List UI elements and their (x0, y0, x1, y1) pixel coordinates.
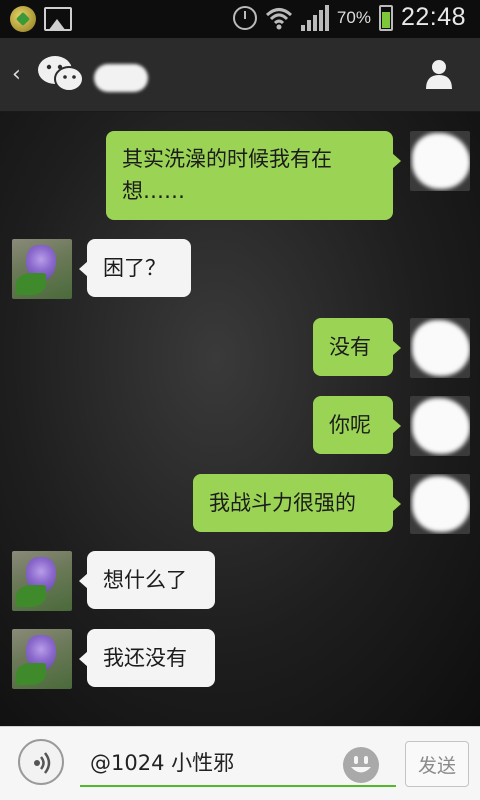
message-bubble-outgoing[interactable]: 其实洗澡的时候我有在想…… (106, 131, 401, 220)
voice-icon[interactable] (18, 739, 64, 785)
message-bubble-outgoing[interactable]: 你呢 (313, 396, 401, 454)
contact-avatar[interactable] (12, 239, 72, 299)
chat-header: ‹ (0, 38, 480, 112)
clock: 22:48 (400, 3, 466, 31)
contact-name-redacted[interactable] (94, 64, 148, 92)
chat-message-list[interactable]: 其实洗澡的时候我有在想…… 困了？ 没有 你呢 我战斗力很强的 想什么了 我还没… (0, 112, 480, 726)
wechat-icon (38, 56, 84, 92)
battery-percent: 70% (336, 7, 371, 27)
my-avatar[interactable] (410, 318, 470, 378)
contact-avatar[interactable] (12, 551, 72, 611)
app-notification-icon (10, 6, 36, 32)
message-bubble-incoming[interactable]: 我还没有 (79, 629, 215, 687)
status-bar: 70% 22:48 (0, 0, 480, 38)
message-bubble-outgoing[interactable]: 没有 (313, 318, 401, 376)
my-avatar[interactable] (410, 474, 470, 534)
emoji-icon[interactable] (343, 747, 379, 783)
message-bubble-incoming[interactable]: 想什么了 (79, 551, 215, 609)
gallery-icon (44, 7, 72, 31)
alarm-icon (232, 5, 257, 30)
signal-icon (300, 4, 329, 31)
my-avatar[interactable] (410, 131, 470, 191)
message-input-bar: 发送 (0, 726, 480, 800)
message-bubble-incoming[interactable]: 困了？ (79, 239, 191, 297)
person-icon[interactable] (424, 58, 454, 90)
wifi-icon (265, 7, 292, 29)
message-bubble-outgoing[interactable]: 我战斗力很强的 (193, 474, 401, 532)
send-button[interactable]: 发送 (405, 741, 469, 787)
contact-avatar[interactable] (12, 629, 72, 689)
back-icon[interactable]: ‹ (12, 62, 21, 87)
battery-charging-icon (378, 4, 393, 31)
my-avatar[interactable] (410, 396, 470, 456)
